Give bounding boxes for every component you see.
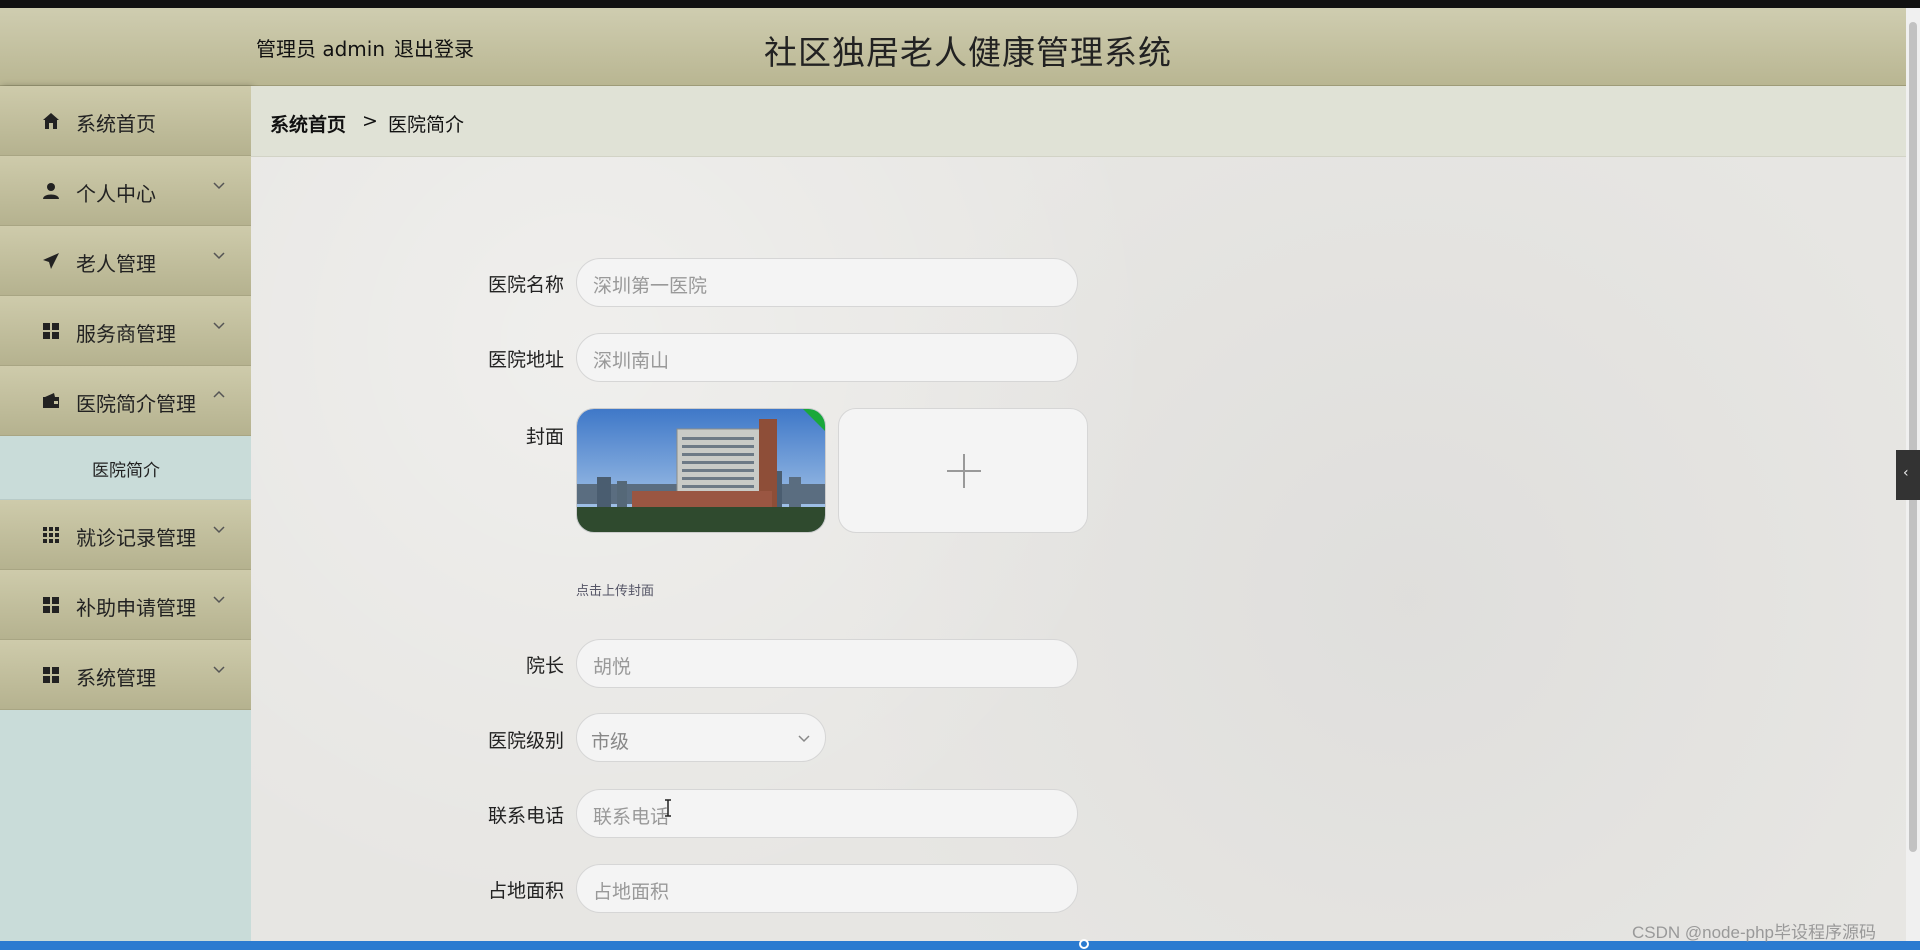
text-cursor-icon [665,799,671,817]
sidebar-item-subsidy[interactable]: 补助申请管理 [0,570,251,640]
progress-handle[interactable] [1079,939,1089,949]
chevron-down-icon [213,666,225,674]
chevron-up-icon [213,390,225,398]
sidebar: 系统首页 个人中心 老人管理 服务商管理 医院简介管理 医院简介 就诊记录管理 … [0,86,251,941]
area-input[interactable]: 占地面积 [576,864,1078,913]
sidebar-item-service-provider[interactable]: 服务商管理 [0,296,251,366]
chevron-left-icon: ‹ [1903,465,1909,481]
hospital-address-label: 医院地址 [487,349,564,371]
sidebar-item-label: 服务商管理 [76,322,176,346]
window-top-strip [0,0,1920,8]
header: 管理员 admin 退出登录 社区独居老人健康管理系统 [0,8,1906,86]
paper-plane-icon [43,253,59,269]
breadcrumb-home-link[interactable]: 系统首页 [270,110,346,137]
home-icon [43,113,59,129]
sidebar-item-label: 系统管理 [76,666,156,690]
sidebar-subitem-hospital-intro[interactable]: 医院简介 [0,436,251,500]
sidebar-item-label: 就诊记录管理 [76,526,196,550]
sidebar-subitem-label: 医院简介 [92,461,160,481]
chevron-down-icon [213,526,225,534]
admin-user-label: 管理员 admin [256,37,386,61]
main-content: 系统首页 > 医院简介 医院名称 深圳第一医院 医院地址 深圳南山 封面 点击上… [251,86,1906,941]
system-title: 社区独居老人健康管理系统 [764,33,1172,72]
hospital-name-label: 医院名称 [487,274,564,296]
phone-label: 联系电话 [487,805,564,827]
sidebar-item-label: 老人管理 [76,252,156,276]
sidebar-item-home[interactable]: 系统首页 [0,86,251,156]
plus-icon-vertical [963,454,965,488]
chevron-down-icon [213,182,225,190]
logout-link[interactable]: 退出登录 [394,33,474,62]
hospital-level-select[interactable]: 市级 [576,713,826,762]
hospital-name-input[interactable]: 深圳第一医院 [576,258,1078,307]
sidebar-item-label: 个人中心 [76,182,156,206]
hospital-level-value: 市级 [591,731,630,753]
breadcrumb: 系统首页 > 医院简介 [251,86,1906,157]
grid-icon [43,323,59,339]
csdn-watermark: CSDN @node-php毕设程序源码 [1632,923,1876,942]
grid-icon [43,597,59,613]
scrollbar-thumb[interactable] [1909,22,1917,852]
chevron-down-icon [213,322,225,330]
hospital-building-image [577,409,825,532]
area-label: 占地面积 [487,880,564,902]
grid-icon [43,667,59,683]
hospital-level-label: 医院级别 [487,730,564,752]
sidebar-item-system-mgmt[interactable]: 系统管理 [0,640,251,710]
sidebar-item-elderly[interactable]: 老人管理 [0,226,251,296]
sidebar-item-visit-records[interactable]: 就诊记录管理 [0,500,251,570]
chevron-down-icon [798,735,810,743]
director-input[interactable]: 胡悦 [576,639,1078,688]
chevron-down-icon [213,596,225,604]
grid-nine-icon [43,527,59,543]
cover-label: 封面 [525,426,564,448]
breadcrumb-separator: > [362,110,378,132]
add-cover-button[interactable] [838,408,1088,533]
upload-cover-hint[interactable]: 点击上传封面 [576,580,654,599]
hospital-address-input[interactable]: 深圳南山 [576,333,1078,382]
wallet-icon [43,393,59,408]
sidebar-item-personal-center[interactable]: 个人中心 [0,156,251,226]
director-label: 院长 [525,655,564,677]
side-panel-toggle[interactable]: ‹ [1896,450,1920,500]
user-icon [43,183,59,199]
sidebar-item-label: 医院简介管理 [76,392,196,416]
chevron-down-icon [213,252,225,260]
cover-image-thumbnail[interactable] [576,408,826,533]
phone-input[interactable]: 联系电话 [576,789,1078,838]
sidebar-item-label: 补助申请管理 [76,596,196,620]
breadcrumb-current: 医院简介 [388,114,465,136]
sidebar-item-label: 系统首页 [76,112,156,136]
sidebar-item-hospital-intro-mgmt[interactable]: 医院简介管理 [0,366,251,436]
